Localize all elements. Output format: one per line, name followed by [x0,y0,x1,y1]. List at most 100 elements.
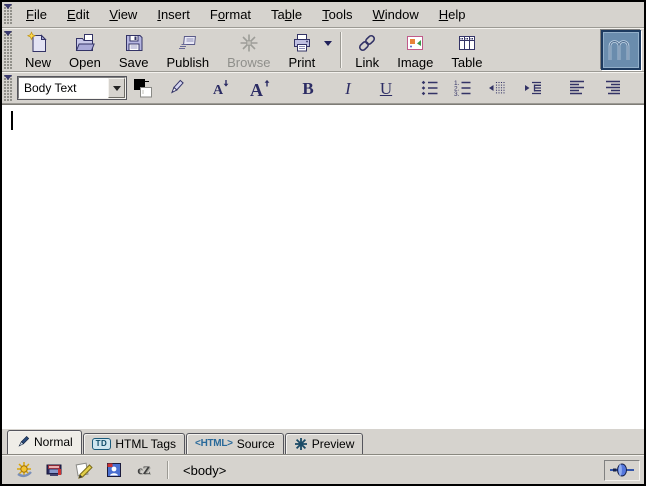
mozilla-throbber-button[interactable] [601,30,641,70]
composer-icon[interactable] [74,460,94,480]
align-right-icon [602,77,624,99]
element-path-display[interactable]: <body> [173,463,604,478]
underline-button[interactable]: U [374,75,398,101]
numbered-list-icon: 1. 2. 3. [452,77,474,99]
menu-insert[interactable]: Insert [147,3,200,26]
browse-button-label: Browse [227,56,270,70]
menu-view[interactable]: View [99,3,147,26]
highlight-color-button[interactable] [164,75,188,101]
status-bar: cZ <body> [2,455,644,484]
image-button-label: Image [397,56,433,70]
outdent-button[interactable] [484,75,508,101]
tab-html-tags-label: HTML Tags [115,437,176,451]
browse-icon [237,31,261,55]
menu-format[interactable]: Format [200,3,261,26]
save-floppy-icon [122,31,146,55]
menu-edit[interactable]: Edit [57,3,99,26]
paragraph-style-select[interactable]: Body Text [18,77,126,99]
tab-normal[interactable]: Normal [7,430,82,454]
increase-font-size-button[interactable]: A [246,75,274,101]
navigator-icon[interactable] [14,460,34,480]
edit-mode-tabbar: Normal TD HTML Tags <HTML> Source Previe… [2,429,644,455]
outdent-icon [485,77,507,99]
publish-icon [176,31,200,55]
menu-table[interactable]: Table [261,3,312,26]
bold-glyph: B [302,80,313,97]
italic-button[interactable]: I [336,75,360,101]
open-folder-icon [73,31,97,55]
paragraph-style-value: Body Text [19,78,108,98]
highlighter-pen-icon [166,78,186,98]
save-button[interactable]: Save [111,28,157,72]
normal-pen-icon [16,435,30,449]
menu-window[interactable]: Window [363,3,429,26]
tab-html-tags[interactable]: TD HTML Tags [83,433,185,454]
numbered-list-button[interactable]: 1. 2. 3. [451,75,475,101]
table-button-label: Table [451,56,482,70]
table-button[interactable]: Table [443,28,490,72]
smaller-font-icon: A [209,76,233,100]
publish-button-label: Publish [166,56,209,70]
open-button-label: Open [69,56,101,70]
toolbar-separator [340,32,342,68]
open-button[interactable]: Open [61,28,109,72]
table-icon [455,31,479,55]
bold-button[interactable]: B [296,75,320,101]
bullet-list-icon [419,77,441,99]
indent-button[interactable] [521,75,545,101]
menu-help[interactable]: Help [429,3,476,26]
composer-window: File Edit View Insert Format Table Tools… [0,0,646,486]
svg-text:3.: 3. [454,91,460,98]
text-color-picker[interactable] [131,75,155,101]
link-button[interactable]: Link [347,28,387,72]
chatzilla-icon[interactable]: cZ [134,460,154,480]
link-icon [355,31,379,55]
online-status-panel[interactable] [604,460,640,481]
main-toolbar-grippy[interactable] [4,31,13,69]
main-toolbar: New Open Save [2,28,644,72]
italic-glyph: I [345,80,351,97]
image-icon [403,31,427,55]
align-left-button[interactable] [565,75,589,101]
larger-font-icon: A [247,76,273,100]
editor-canvas[interactable] [2,104,644,429]
print-button[interactable]: Print [280,28,323,72]
indent-icon [522,77,544,99]
image-button[interactable]: Image [389,28,441,72]
menubar-grippy[interactable] [4,4,13,25]
print-button-label: Print [288,56,315,70]
addressbook-icon[interactable] [104,460,124,480]
menu-tools[interactable]: Tools [312,3,362,26]
tab-normal-label: Normal [34,435,73,449]
tab-source[interactable]: <HTML> Source [186,433,284,454]
browse-button[interactable]: Browse [219,28,278,72]
decrease-font-size-button[interactable]: A [208,75,234,101]
html-source-icon: <HTML> [195,438,233,449]
menu-bar: File Edit View Insert Format Table Tools… [2,2,644,28]
bullet-list-button[interactable] [418,75,442,101]
save-button-label: Save [119,56,149,70]
tab-preview[interactable]: Preview [285,433,364,454]
mozilla-m-logo-icon [606,36,636,64]
print-dropdown-arrow[interactable] [324,41,332,46]
menu-file[interactable]: File [16,3,57,26]
tab-preview-label: Preview [312,437,355,451]
new-button-label: New [25,56,51,70]
print-icon [290,31,314,55]
link-button-label: Link [355,56,379,70]
td-badge-icon: TD [92,438,112,450]
preview-starburst-icon [294,437,308,451]
text-color-swatch-icon [132,77,154,99]
new-button[interactable]: New [17,28,59,72]
new-page-icon [26,31,50,55]
paragraph-style-dropdown-arrow[interactable] [108,78,125,98]
online-plug-icon [609,462,635,478]
publish-button[interactable]: Publish [158,28,217,72]
align-right-button[interactable] [601,75,625,101]
format-toolbar-grippy[interactable] [4,75,13,101]
underline-glyph: U [380,80,392,97]
tab-source-label: Source [237,437,275,451]
mail-icon[interactable] [44,460,64,480]
text-caret [11,111,13,130]
svg-text:A: A [250,80,263,100]
